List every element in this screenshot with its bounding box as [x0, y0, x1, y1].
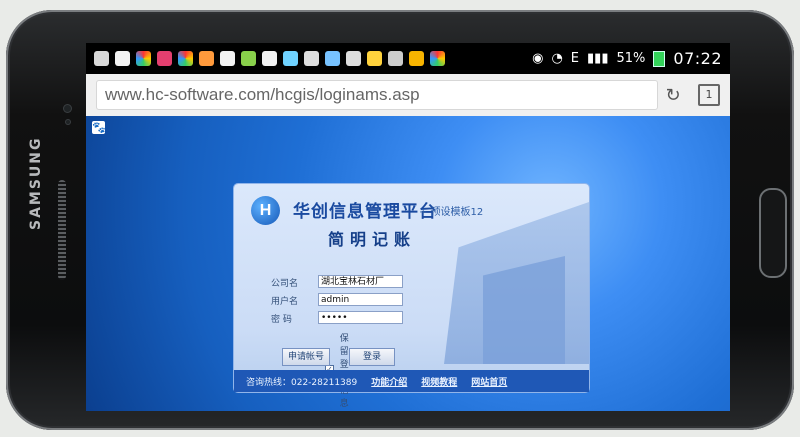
- company-row: 公司名 湖北宝林石材厂: [271, 275, 451, 290]
- battery-percent: 51%: [616, 51, 646, 66]
- screen: ◉ ◔ E ▮▮▮ 51% 07:22 www.hc-software.com/…: [86, 43, 730, 411]
- username-label: 用户名: [271, 297, 299, 307]
- lock-icon: [367, 51, 382, 66]
- company-field[interactable]: 湖北宝林石材厂: [318, 275, 403, 288]
- apply-account-button[interactable]: 申请帐号: [282, 348, 330, 366]
- address-bar[interactable]: www.hc-software.com/hcgis/loginams.asp: [96, 80, 658, 110]
- password-label: 密 码: [271, 315, 292, 325]
- wifi-icon: ◔: [551, 51, 563, 66]
- login-panel: H 华创信息管理平台 + 预设模板12 简明记账 公司名 湖北宝林石材厂 用户名…: [234, 184, 589, 409]
- flower-icon: [325, 51, 340, 66]
- password-field[interactable]: •••••: [318, 311, 403, 324]
- paw-icon: [199, 51, 214, 66]
- company-label: 公司名: [271, 279, 299, 289]
- aperture-icon: [178, 51, 193, 66]
- battery-icon: [653, 50, 666, 67]
- home-link[interactable]: 网站首页: [471, 375, 507, 388]
- camera-sensor: [64, 105, 71, 112]
- signal-icon: ▮▮▮: [587, 51, 609, 66]
- username-field[interactable]: admin: [318, 293, 403, 306]
- logo: H: [251, 196, 280, 225]
- download-icon: [388, 51, 403, 66]
- password-row: 密 码 •••••: [271, 311, 451, 326]
- headset-icon: [283, 51, 298, 66]
- eye-icon: ◉: [532, 51, 544, 66]
- status-bar: ◉ ◔ E ▮▮▮ 51% 07:22: [86, 43, 730, 74]
- status-right: ◉ ◔ E ▮▮▮ 51% 07:22: [532, 49, 722, 68]
- leaf-icon: [409, 51, 424, 66]
- footer: 咨询热线：022-28211389 功能介绍 视频教程 网站首页: [234, 370, 589, 392]
- template-label: + 预设模板12: [419, 207, 484, 218]
- aperture-icon: [136, 51, 151, 66]
- login-button[interactable]: 登录: [349, 348, 395, 366]
- brand-label: SAMSUNG: [28, 136, 44, 230]
- page-subtitle: 简明记账: [328, 230, 417, 249]
- page-title: 华创信息管理平台: [293, 202, 437, 222]
- leaf-icon: [241, 51, 256, 66]
- berry-icon: [157, 51, 172, 66]
- paw-icon: 🐾: [92, 121, 106, 134]
- home-button[interactable]: [759, 188, 787, 278]
- wifi-icon: [304, 51, 319, 66]
- clock: 07:22: [673, 49, 722, 68]
- video-link[interactable]: 视频教程: [421, 375, 457, 388]
- shield-icon: [262, 51, 277, 66]
- grid-icon: [346, 51, 361, 66]
- network-type: E: [570, 51, 580, 66]
- light-sensor: [66, 120, 70, 124]
- phone-frame: SAMSUNG ◉ ◔ E ▮▮▮ 51% 07:22 www.hc-softw…: [6, 10, 794, 430]
- tab-switcher-button[interactable]: 1: [698, 84, 720, 106]
- aperture-icon: [430, 51, 445, 66]
- plus-box-icon: [94, 51, 109, 66]
- shield-icon: [220, 51, 235, 66]
- browser-toolbar: www.hc-software.com/hcgis/loginams.asp ↻…: [86, 74, 730, 117]
- reload-icon[interactable]: ↻: [658, 85, 688, 106]
- features-link[interactable]: 功能介绍: [371, 375, 407, 388]
- hotline-text: 咨询热线：022-28211389: [246, 377, 358, 388]
- username-row: 用户名 admin: [271, 293, 451, 308]
- earpiece-speaker: [58, 180, 66, 280]
- shield-icon: [115, 51, 130, 66]
- web-page: 🐾 H 华创信息管理平台 + 预设模板12 简明记账 公司名 湖北宝林石材厂 用…: [86, 116, 730, 411]
